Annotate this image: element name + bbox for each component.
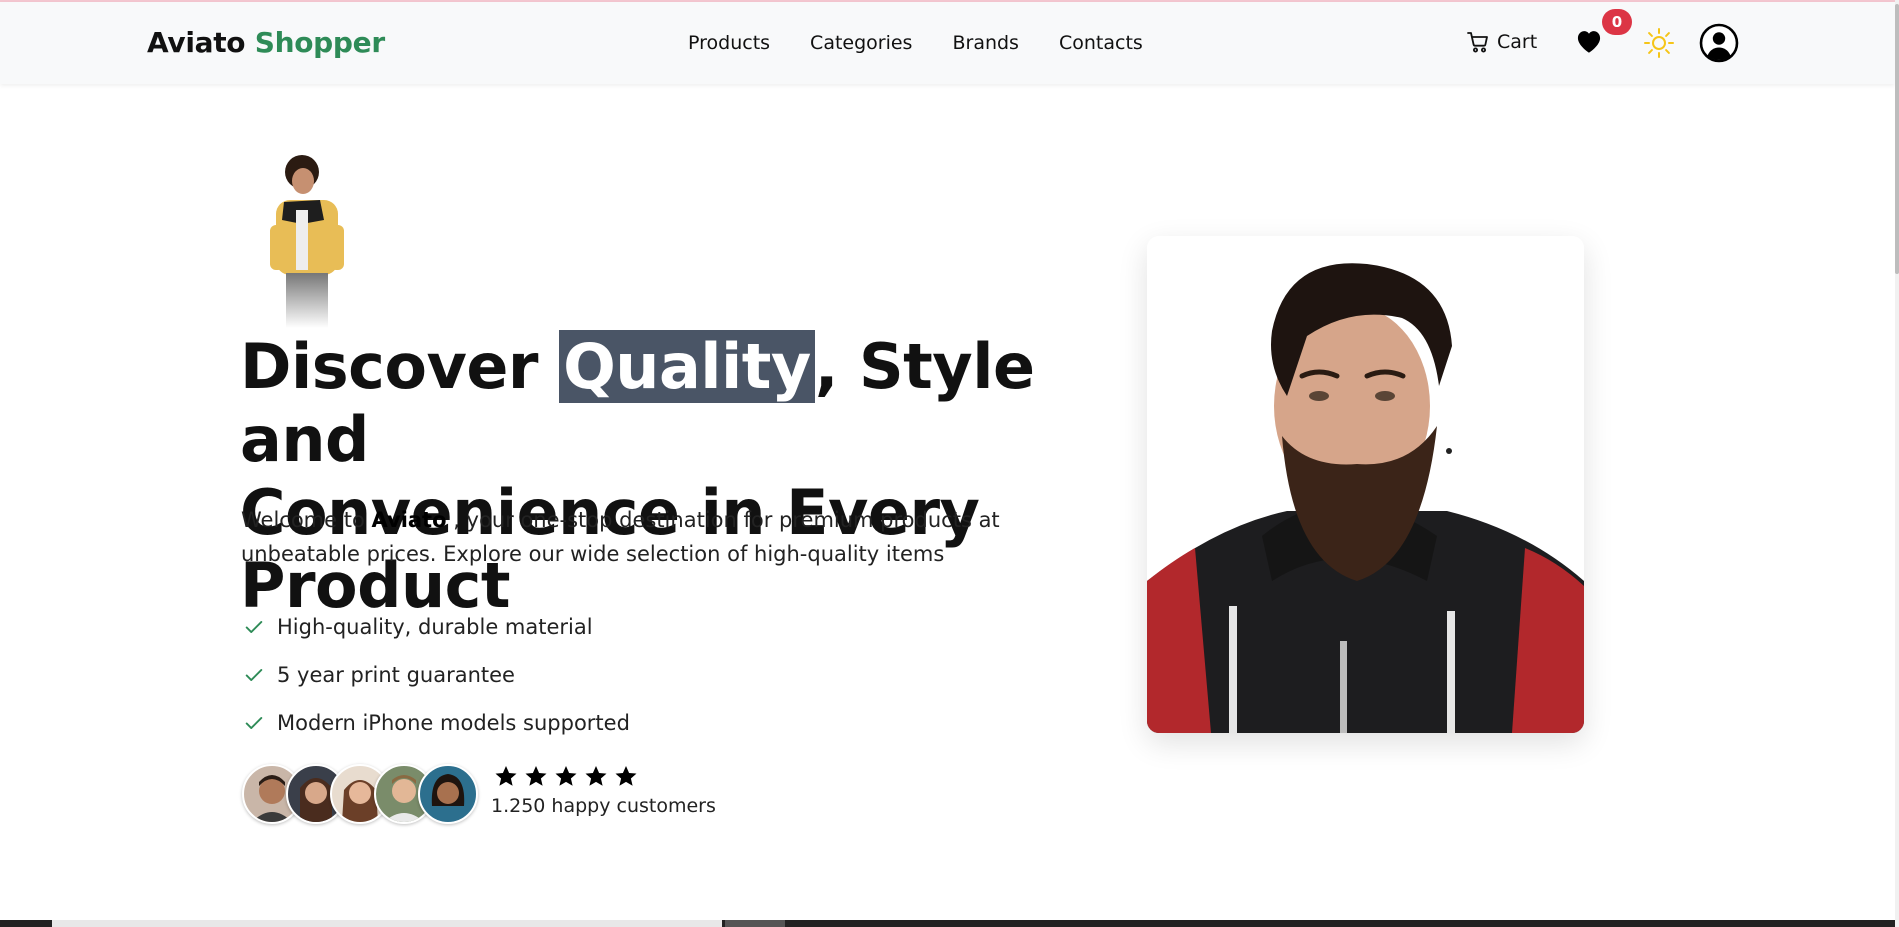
star-icon	[525, 766, 547, 786]
brand-logo[interactable]: Aviato Shopper	[147, 26, 385, 59]
nav-item-products[interactable]: Products	[688, 32, 770, 54]
check-icon	[245, 669, 263, 681]
hero-title: Discover Quality, Style and Convenience i…	[240, 330, 1140, 622]
star-icon	[585, 766, 607, 786]
feature-item: High-quality, durable material	[243, 603, 630, 651]
feature-text: High-quality, durable material	[277, 615, 593, 639]
scrollbar-thumb[interactable]	[1895, 4, 1899, 274]
hero-title-start: Discover	[240, 330, 560, 403]
brand-name-part1: Aviato	[147, 26, 246, 59]
cart-button[interactable]: Cart	[1466, 30, 1537, 54]
wishlist-count-badge: 0	[1602, 9, 1632, 35]
heart-icon	[1577, 31, 1601, 53]
feature-list: High-quality, durable material 5 year pr…	[243, 603, 630, 747]
star-icon	[615, 766, 637, 786]
sun-icon	[1644, 28, 1674, 58]
wishlist-button[interactable]	[1575, 28, 1603, 58]
customer-avatars	[242, 764, 482, 824]
next-section-edge	[0, 920, 1895, 927]
hero-desc-brand: Aviato	[371, 508, 447, 532]
theme-toggle-button[interactable]	[1643, 27, 1675, 63]
hero-description: Welcome to Aviato , your one-stop destin…	[241, 503, 1111, 571]
nav-item-contacts[interactable]: Contacts	[1059, 32, 1143, 54]
feature-text: 5 year print guarantee	[277, 663, 515, 687]
check-icon	[245, 717, 263, 729]
feature-item: Modern iPhone models supported	[243, 699, 630, 747]
hero-desc-prefix: Welcome to	[241, 508, 372, 532]
nav-item-brands[interactable]: Brands	[952, 32, 1019, 54]
customer-avatar	[418, 764, 478, 824]
check-icon	[245, 621, 263, 633]
user-account-button[interactable]	[1699, 23, 1739, 67]
feature-item: 5 year print guarantee	[243, 651, 630, 699]
main-nav: Products Categories Brands Contacts	[688, 32, 1143, 54]
bearded-man-photo	[1147, 236, 1584, 733]
user-icon	[1699, 23, 1739, 63]
cart-label: Cart	[1497, 31, 1538, 53]
star-icon	[495, 766, 517, 786]
star-icon	[555, 766, 577, 786]
nav-item-categories[interactable]: Categories	[810, 32, 912, 54]
hero-model-photo-card	[1147, 236, 1584, 733]
feature-text: Modern iPhone models supported	[277, 711, 630, 735]
cart-icon	[1467, 32, 1488, 53]
happy-customers-count: 1.250 happy customers	[491, 795, 716, 817]
brand-name-part2: Shopper	[254, 26, 385, 59]
hero-title-highlight: Quality	[559, 330, 815, 403]
kid-model-image	[270, 155, 344, 328]
rating-stars	[494, 765, 638, 788]
